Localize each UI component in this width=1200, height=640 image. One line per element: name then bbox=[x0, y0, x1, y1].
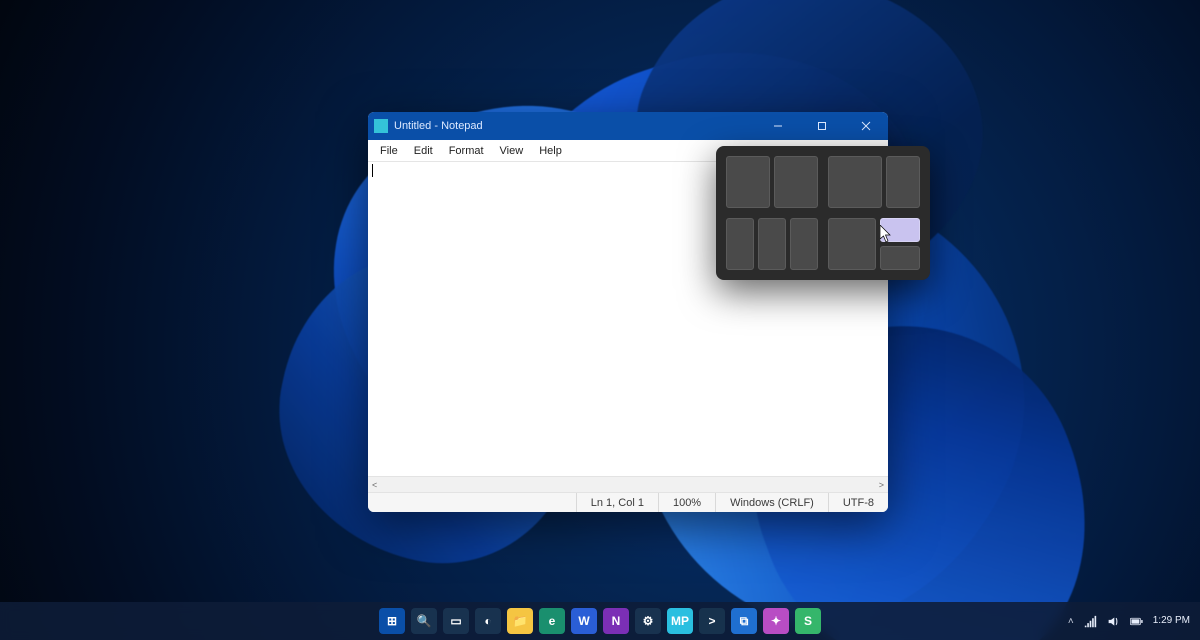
menu-edit[interactable]: Edit bbox=[406, 143, 441, 159]
maximize-button[interactable] bbox=[800, 112, 844, 140]
taskbar-clock[interactable]: 1:29 PM bbox=[1153, 616, 1190, 627]
desktop[interactable]: Untitled - Notepad File Edit Format View… bbox=[0, 0, 1200, 640]
taskbar-icon-app1[interactable]: ✦ bbox=[763, 608, 789, 634]
snap-cell-hover[interactable] bbox=[880, 218, 920, 242]
snap-layout-wide-narrow[interactable] bbox=[828, 156, 920, 208]
network-icon[interactable] bbox=[1084, 615, 1097, 628]
snap-layout-two-col[interactable] bbox=[726, 156, 818, 208]
taskbar-icon-widgets[interactable]: ◐ bbox=[475, 608, 501, 634]
titlebar[interactable]: Untitled - Notepad bbox=[368, 112, 888, 140]
snap-cell[interactable] bbox=[774, 156, 818, 208]
status-line-ending: Windows (CRLF) bbox=[715, 493, 828, 512]
snap-cell[interactable] bbox=[790, 218, 818, 270]
clock-time: 1:29 PM bbox=[1153, 616, 1190, 627]
taskbar-icon-start[interactable]: ⊞ bbox=[379, 608, 405, 634]
taskbar-icon-onenote[interactable]: N bbox=[603, 608, 629, 634]
status-blank bbox=[368, 493, 576, 512]
snap-layout-split-right[interactable] bbox=[828, 218, 920, 270]
snap-layout-three-col[interactable] bbox=[726, 218, 818, 270]
taskbar-icon-word[interactable]: W bbox=[571, 608, 597, 634]
menu-help[interactable]: Help bbox=[531, 143, 570, 159]
taskbar-icon-paint[interactable]: MP bbox=[667, 608, 693, 634]
menu-file[interactable]: File bbox=[372, 143, 406, 159]
status-encoding: UTF-8 bbox=[828, 493, 888, 512]
snap-cell[interactable] bbox=[828, 218, 876, 270]
taskbar-icon-edge[interactable]: e bbox=[539, 608, 565, 634]
close-button[interactable] bbox=[844, 112, 888, 140]
system-tray[interactable]: ˄ 1:29 PM bbox=[1068, 615, 1190, 628]
status-bar: Ln 1, Col 1 100% Windows (CRLF) UTF-8 bbox=[368, 492, 888, 512]
scroll-right-icon[interactable]: > bbox=[879, 480, 884, 490]
volume-icon[interactable] bbox=[1107, 615, 1120, 628]
taskbar-icon-vscode[interactable]: ⧉ bbox=[731, 608, 757, 634]
status-zoom: 100% bbox=[658, 493, 715, 512]
snap-cell[interactable] bbox=[828, 156, 882, 208]
taskbar-icon-explorer[interactable]: 📁 bbox=[507, 608, 533, 634]
menu-view[interactable]: View bbox=[492, 143, 532, 159]
scroll-left-icon[interactable]: < bbox=[372, 480, 377, 490]
snap-cell[interactable] bbox=[758, 218, 786, 270]
taskbar[interactable]: ⊞🔍▭◐📁eWN⚙MP>⧉✦S ˄ 1:29 PM bbox=[0, 602, 1200, 640]
window-title: Untitled - Notepad bbox=[394, 120, 483, 132]
snap-layouts-flyout[interactable] bbox=[716, 146, 930, 280]
menu-format[interactable]: Format bbox=[441, 143, 492, 159]
snap-cell[interactable] bbox=[886, 156, 920, 208]
taskbar-icon-task-view[interactable]: ▭ bbox=[443, 608, 469, 634]
notepad-app-icon bbox=[374, 119, 388, 133]
taskbar-icon-settings[interactable]: ⚙ bbox=[635, 608, 661, 634]
taskbar-center: ⊞🔍▭◐📁eWN⚙MP>⧉✦S bbox=[379, 608, 821, 634]
tray-overflow-icon[interactable]: ˄ bbox=[1068, 616, 1074, 627]
snap-cell[interactable] bbox=[880, 246, 920, 270]
text-caret bbox=[372, 164, 373, 177]
snap-cell[interactable] bbox=[726, 156, 770, 208]
status-position: Ln 1, Col 1 bbox=[576, 493, 658, 512]
snap-cell[interactable] bbox=[726, 218, 754, 270]
minimize-button[interactable] bbox=[756, 112, 800, 140]
taskbar-icon-search[interactable]: 🔍 bbox=[411, 608, 437, 634]
taskbar-icon-terminal[interactable]: > bbox=[699, 608, 725, 634]
horizontal-scrollbar[interactable]: < > bbox=[368, 476, 888, 492]
battery-icon[interactable] bbox=[1130, 615, 1143, 628]
taskbar-icon-app2[interactable]: S bbox=[795, 608, 821, 634]
